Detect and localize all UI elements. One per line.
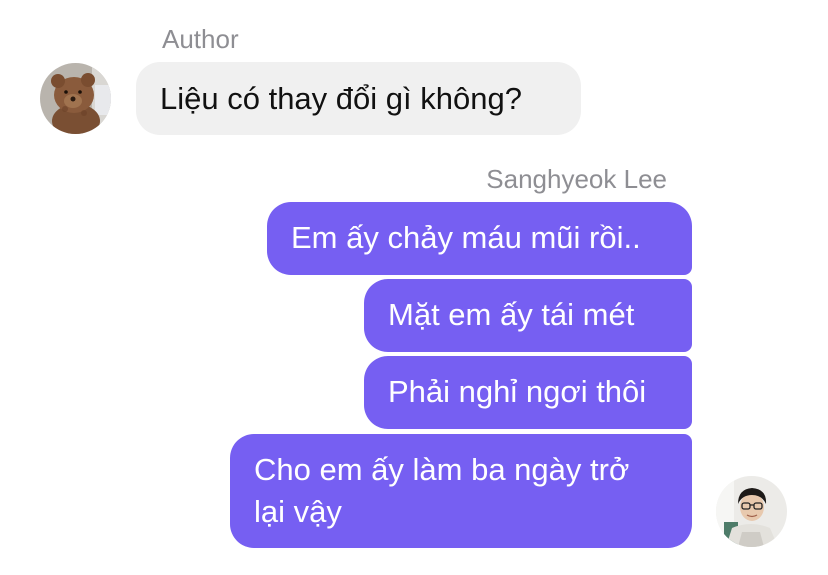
outgoing-message-4-text: Cho em ấy làm ba ngày trở lại vậy bbox=[254, 452, 630, 529]
incoming-message-1-text: Liệu có thay đổi gì không? bbox=[160, 81, 522, 116]
teddy-bear-avatar-icon[interactable] bbox=[40, 63, 111, 134]
outgoing-message-2[interactable]: Mặt em ấy tái mét bbox=[364, 279, 692, 352]
outgoing-message-1[interactable]: Em ấy chảy máu mũi rồi.. bbox=[267, 202, 692, 275]
outgoing-message-4[interactable]: Cho em ấy làm ba ngày trở lại vậy bbox=[230, 434, 692, 548]
person-photo-avatar-icon[interactable] bbox=[716, 476, 787, 547]
outgoing-message-3[interactable]: Phải nghỉ ngơi thôi bbox=[364, 356, 692, 429]
incoming-message-1[interactable]: Liệu có thay đổi gì không? bbox=[136, 62, 581, 135]
incoming-sender-name: Author bbox=[162, 24, 239, 54]
outgoing-message-3-text: Phải nghỉ ngơi thôi bbox=[388, 374, 647, 409]
outgoing-sender-name: Sanghyeok Lee bbox=[486, 164, 667, 194]
outgoing-message-2-text: Mặt em ấy tái mét bbox=[388, 297, 635, 332]
outgoing-message-1-text: Em ấy chảy máu mũi rồi.. bbox=[291, 220, 641, 255]
